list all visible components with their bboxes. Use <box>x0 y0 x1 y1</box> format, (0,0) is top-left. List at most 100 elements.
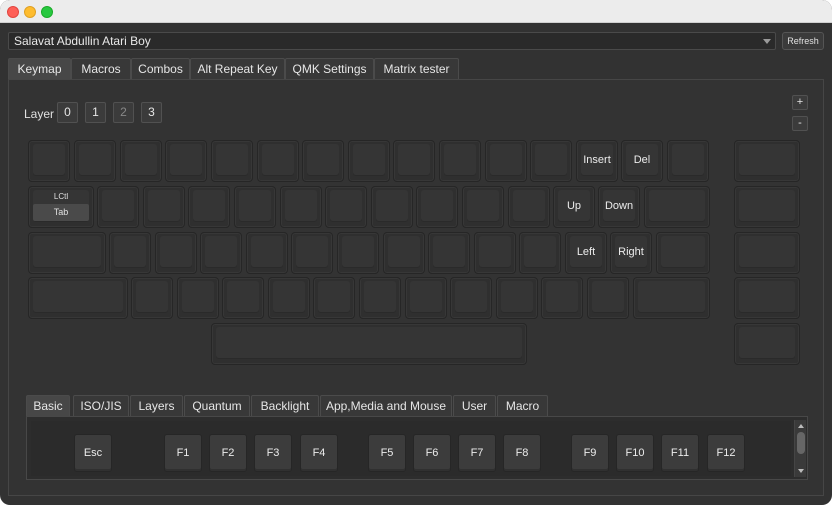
key[interactable] <box>337 232 379 274</box>
key[interactable] <box>541 277 583 319</box>
key[interactable] <box>530 140 572 182</box>
zoom-out-button[interactable]: - <box>792 116 808 131</box>
key[interactable] <box>28 277 128 319</box>
key-del[interactable]: Del <box>621 140 663 182</box>
key[interactable] <box>143 186 185 228</box>
layer-button-1[interactable]: 1 <box>85 102 106 123</box>
key[interactable] <box>268 277 310 319</box>
key[interactable] <box>165 140 207 182</box>
tab-iso-jis[interactable]: ISO/JIS <box>73 395 129 416</box>
key-down[interactable]: Down <box>598 186 640 228</box>
key[interactable] <box>280 186 322 228</box>
tab-keymap[interactable]: Keymap <box>8 58 71 79</box>
key[interactable] <box>393 140 435 182</box>
tab-combos[interactable]: Combos <box>131 58 190 79</box>
key[interactable] <box>348 140 390 182</box>
scroll-up-arrow-icon[interactable] <box>798 424 804 428</box>
keycode-f4[interactable]: F4 <box>300 434 338 472</box>
scrollbar-thumb[interactable] <box>797 432 805 454</box>
key-left[interactable]: Left <box>565 232 607 274</box>
key[interactable] <box>667 140 709 182</box>
tab-matrix-tester[interactable]: Matrix tester <box>374 58 459 79</box>
key[interactable] <box>496 277 538 319</box>
key[interactable] <box>734 323 800 365</box>
tab-layers[interactable]: Layers <box>130 395 183 416</box>
key[interactable] <box>131 277 173 319</box>
palette-scrollbar[interactable] <box>794 420 806 477</box>
tab-qmk-settings[interactable]: QMK Settings <box>285 58 374 79</box>
key[interactable] <box>633 277 710 319</box>
keycode-f12[interactable]: F12 <box>707 434 745 472</box>
tab-alt-repeat-key[interactable]: Alt Repeat Key <box>190 58 285 79</box>
key[interactable] <box>257 140 299 182</box>
keycode-f9[interactable]: F9 <box>571 434 609 472</box>
key[interactable] <box>211 140 253 182</box>
tab-quantum[interactable]: Quantum <box>184 395 250 416</box>
key[interactable] <box>234 186 276 228</box>
key[interactable] <box>734 140 800 182</box>
device-select[interactable]: Salavat Abdullin Atari Boy <box>8 32 776 50</box>
key-right[interactable]: Right <box>610 232 652 274</box>
key[interactable] <box>462 186 504 228</box>
maximize-window-button[interactable] <box>41 6 53 18</box>
close-window-button[interactable] <box>7 6 19 18</box>
tab-user[interactable]: User <box>453 395 496 416</box>
key[interactable] <box>734 277 800 319</box>
key[interactable] <box>519 232 561 274</box>
key[interactable] <box>177 277 219 319</box>
key[interactable] <box>734 232 800 274</box>
keycode-esc[interactable]: Esc <box>74 434 112 472</box>
scroll-down-arrow-icon[interactable] <box>798 469 804 473</box>
key[interactable] <box>371 186 413 228</box>
key[interactable] <box>155 232 197 274</box>
key[interactable] <box>656 232 710 274</box>
key[interactable] <box>120 140 162 182</box>
key[interactable] <box>405 277 447 319</box>
key[interactable] <box>97 186 139 228</box>
tab-basic[interactable]: Basic <box>26 395 70 416</box>
key[interactable] <box>734 186 800 228</box>
key-tab[interactable]: LCtl Tab <box>28 186 94 228</box>
refresh-button[interactable]: Refresh <box>782 32 824 50</box>
tab-backlight[interactable]: Backlight <box>251 395 319 416</box>
key[interactable] <box>485 140 527 182</box>
key[interactable] <box>28 232 106 274</box>
key[interactable] <box>325 186 367 228</box>
keycode-f10[interactable]: F10 <box>616 434 654 472</box>
keycode-f7[interactable]: F7 <box>458 434 496 472</box>
keycode-f8[interactable]: F8 <box>503 434 541 472</box>
key[interactable] <box>291 232 333 274</box>
key[interactable] <box>439 140 481 182</box>
key[interactable] <box>644 186 710 228</box>
key-insert[interactable]: Insert <box>576 140 618 182</box>
keycode-f2[interactable]: F2 <box>209 434 247 472</box>
keycode-f6[interactable]: F6 <box>413 434 451 472</box>
key[interactable] <box>200 232 242 274</box>
key-up[interactable]: Up <box>553 186 595 228</box>
key[interactable] <box>587 277 629 319</box>
key[interactable] <box>28 140 70 182</box>
key[interactable] <box>246 232 288 274</box>
tab-macro[interactable]: Macro <box>497 395 548 416</box>
key-space[interactable] <box>211 323 527 365</box>
key[interactable] <box>188 186 230 228</box>
key[interactable] <box>74 140 116 182</box>
key[interactable] <box>302 140 344 182</box>
tab-macros[interactable]: Macros <box>71 58 131 79</box>
minimize-window-button[interactable] <box>24 6 36 18</box>
key[interactable] <box>359 277 401 319</box>
key[interactable] <box>508 186 550 228</box>
tab-app-media-mouse[interactable]: App,Media and Mouse <box>320 395 452 416</box>
key[interactable] <box>416 186 458 228</box>
key[interactable] <box>474 232 516 274</box>
key[interactable] <box>450 277 492 319</box>
layer-button-0[interactable]: 0 <box>57 102 78 123</box>
keycode-f1[interactable]: F1 <box>164 434 202 472</box>
keycode-f5[interactable]: F5 <box>368 434 406 472</box>
zoom-in-button[interactable]: + <box>792 95 808 110</box>
key[interactable] <box>313 277 355 319</box>
keycode-f3[interactable]: F3 <box>254 434 292 472</box>
layer-button-3[interactable]: 3 <box>141 102 162 123</box>
layer-button-2[interactable]: 2 <box>113 102 134 123</box>
key[interactable] <box>222 277 264 319</box>
